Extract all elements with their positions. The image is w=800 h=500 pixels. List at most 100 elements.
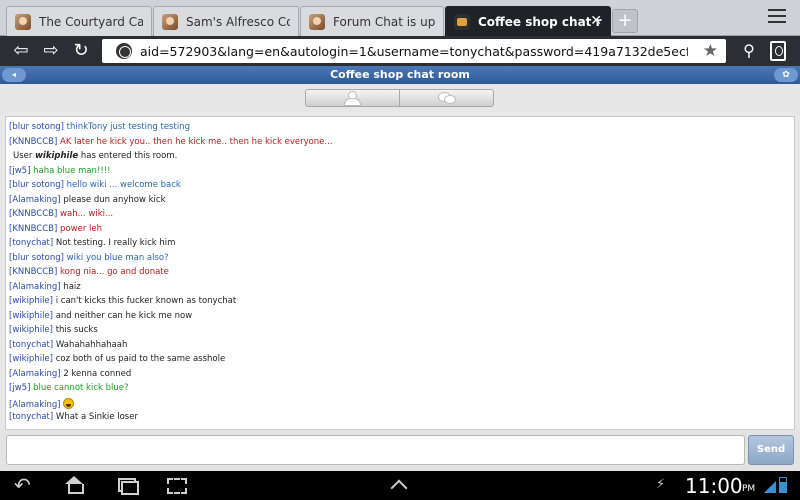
tab-label: Forum Chat is up :… <box>333 14 435 29</box>
chat-message: [KNNBCCB] kong nia... go and donate <box>9 267 169 277</box>
message-text: and neither can he kick me now <box>55 310 193 321</box>
message-text: thinkTony just testing testing <box>66 122 190 132</box>
message-text: wiki you blue man also? <box>66 252 169 263</box>
message-text: power leh <box>60 223 102 234</box>
usb-icon: ⚡ <box>656 477 666 492</box>
message-username[interactable]: jw5 <box>12 166 27 176</box>
message-text: kong nia... go and donate <box>60 267 169 277</box>
system-prefix: User <box>13 151 33 161</box>
message-username[interactable]: Alamaking <box>12 282 57 292</box>
message-text: haha blue man!!!! <box>33 165 111 176</box>
chat-message: [blur sotong] thinkTony just testing tes… <box>9 122 190 132</box>
person-favicon-icon <box>309 13 325 30</box>
back-icon[interactable]: ↶ <box>14 475 31 495</box>
navigation-bar: ⇦ ⇨ ↻ aid=572903&lang=en&autologin=1&use… <box>0 36 800 66</box>
chat-message: [Alamaking] <box>9 397 75 411</box>
message-text: Wahahahhahaah <box>55 339 128 350</box>
close-tab-icon[interactable]: ✕ <box>590 13 602 29</box>
message-username[interactable]: KNNBCCB <box>12 267 54 277</box>
message-username[interactable]: wikiphile <box>12 354 49 364</box>
reload-button[interactable]: ↻ <box>70 40 92 62</box>
back-arrow-icon[interactable]: ◂ <box>2 68 26 82</box>
chat-log[interactable]: [blur sotong] thinkTony just testing tes… <box>5 116 795 430</box>
message-input-bar: Send <box>0 431 800 471</box>
chat-message: [blur sotong] wiki you blue man also? <box>9 252 169 263</box>
message-text: please dun anyhow kick <box>63 194 166 205</box>
message-username[interactable]: Alamaking <box>12 369 57 379</box>
users-button[interactable] <box>305 89 400 107</box>
send-button[interactable]: Send <box>748 435 794 465</box>
message-text: wah... wiki... <box>60 209 114 219</box>
tab-forum-chat[interactable]: Forum Chat is up :… <box>300 6 444 36</box>
search-icon[interactable]: ⚲ <box>738 40 760 62</box>
tab-label: Sam's Alfresco Cof… <box>186 14 290 29</box>
message-username[interactable]: tonychat <box>12 238 50 248</box>
settings-icon[interactable]: ✿ <box>774 68 798 82</box>
tab-coffee-shop-chat[interactable]: Coffee shop chat r… ✕ <box>445 6 611 36</box>
message-input[interactable] <box>6 435 745 465</box>
message-username[interactable]: wikiphile <box>12 325 49 335</box>
message-username[interactable]: wikiphile <box>12 311 49 321</box>
message-username[interactable]: tonychat <box>12 340 50 350</box>
chat-message: [KNNBCCB] power leh <box>9 223 102 234</box>
message-username[interactable]: KNNBCCB <box>12 224 54 234</box>
url-text[interactable]: aid=572903&lang=en&autologin=1&username=… <box>140 44 688 59</box>
clock-ampm: PM <box>742 484 756 494</box>
message-username[interactable]: blur sotong <box>12 253 60 263</box>
chat-message: [wikiphile] this sucks <box>9 325 98 335</box>
tab-courtyard-cafe[interactable]: The Courtyard Caf… <box>6 6 152 36</box>
messages-button[interactable] <box>399 89 494 107</box>
address-bar[interactable]: aid=572903&lang=en&autologin=1&username=… <box>102 39 726 63</box>
bookmarks-icon[interactable] <box>770 41 786 61</box>
chevron-up-icon[interactable] <box>390 476 410 494</box>
chat-message: [Alamaking] please dun anyhow kick <box>9 194 166 205</box>
screenshot-icon[interactable] <box>166 476 187 494</box>
battery-icon <box>779 477 787 493</box>
message-username[interactable]: KNNBCCB <box>12 137 54 147</box>
tab-sams-alfresco[interactable]: Sam's Alfresco Cof… <box>153 6 299 36</box>
chat-toolbar <box>0 84 800 114</box>
message-username[interactable]: KNNBCCB <box>12 209 54 219</box>
message-username[interactable]: wikiphile <box>12 296 49 306</box>
system-message: User wikiphile has entered this room. <box>13 151 177 162</box>
tab-label: The Courtyard Caf… <box>39 14 143 29</box>
system-bar: ↶ ⚡ 11:00 PM <box>0 471 800 500</box>
home-icon[interactable] <box>62 476 86 494</box>
chat-message: [jw5] haha blue man!!!! <box>9 165 111 176</box>
back-button[interactable]: ⇦ <box>10 40 32 62</box>
forward-button[interactable]: ⇨ <box>40 40 62 62</box>
chat-message: [tonychat] What a Sinkie loser <box>9 412 138 422</box>
recent-apps-icon[interactable] <box>116 476 139 495</box>
globe-icon <box>116 43 132 59</box>
message-text: this sucks <box>55 325 98 335</box>
message-username[interactable]: blur sotong <box>12 122 60 132</box>
clock-time[interactable]: 11:00 <box>685 474 743 498</box>
chat-message: [tonychat] Wahahahhahaah <box>9 339 128 350</box>
tab-label: Coffee shop chat r… <box>478 14 602 29</box>
menu-icon[interactable] <box>768 9 786 25</box>
message-username[interactable]: tonychat <box>12 412 50 422</box>
system-username: wikiphile <box>35 151 79 161</box>
message-text: AK later he kick you.. then he kick me..… <box>60 136 333 147</box>
system-suffix: has entered this room. <box>80 151 178 161</box>
chat-header: ◂ Coffee shop chat room ✿ <box>0 66 800 84</box>
chat-message: [wikiphile] coz both of us paid to the s… <box>9 354 226 364</box>
chat-message: [jw5] blue cannot kick blue? <box>9 383 129 393</box>
new-tab-button[interactable]: + <box>612 9 638 33</box>
tab-strip: The Courtyard Caf… Sam's Alfresco Cof… F… <box>0 0 800 36</box>
message-username[interactable]: jw5 <box>12 383 27 393</box>
message-text: coz both of us paid to the same asshole <box>55 354 226 364</box>
bookmark-star-icon[interactable]: ★ <box>703 41 718 61</box>
message-username[interactable]: blur sotong <box>12 180 60 190</box>
chat-message: [KNNBCCB] wah... wiki... <box>9 209 114 219</box>
coffee-favicon-icon <box>454 13 470 30</box>
message-text: i can't kicks this fucker known as tonyc… <box>55 296 237 306</box>
message-username[interactable]: Alamaking <box>12 400 57 410</box>
message-username[interactable]: Alamaking <box>12 195 57 205</box>
message-text: hello wiki ... welcome back <box>66 180 181 190</box>
chat-room-title: Coffee shop chat room <box>330 68 470 81</box>
chat-message: [Alamaking] haiz <box>9 281 81 292</box>
message-text: 2 kenna conned <box>63 368 132 379</box>
chat-message: [wikiphile] and neither can he kick me n… <box>9 310 193 321</box>
chat-message: [KNNBCCB] AK later he kick you.. then he… <box>9 136 333 147</box>
